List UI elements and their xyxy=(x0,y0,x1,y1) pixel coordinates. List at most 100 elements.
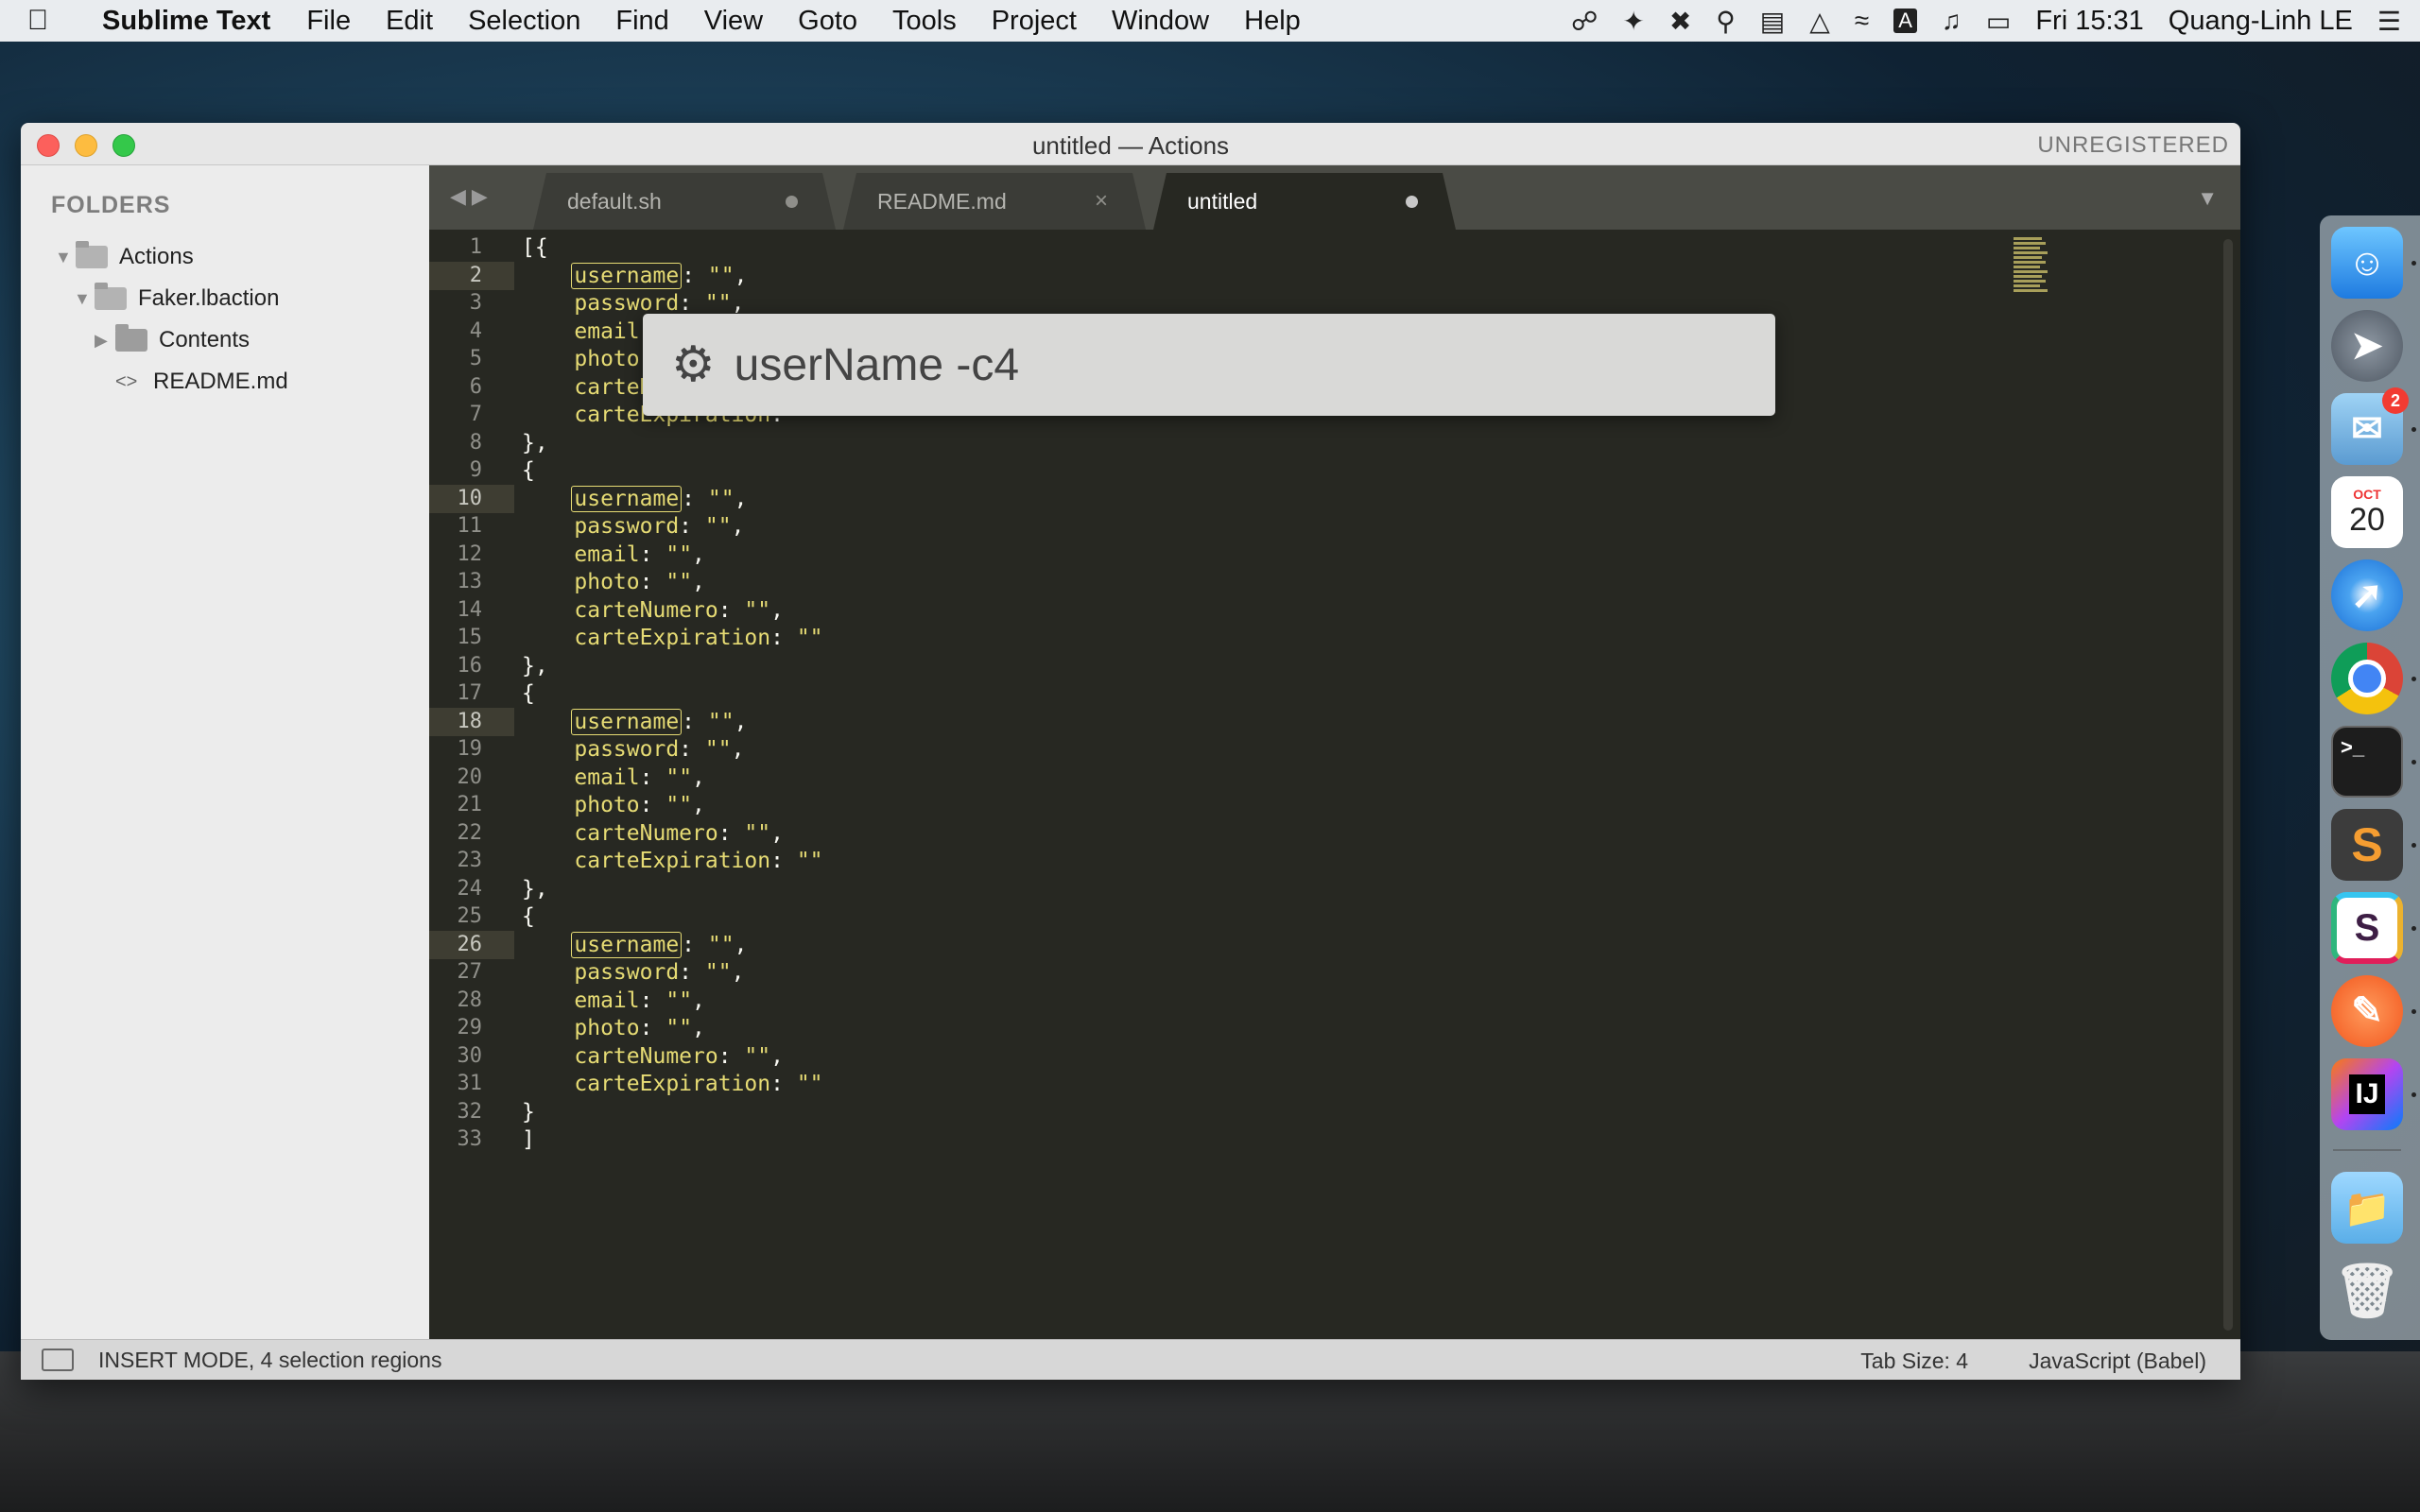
code-line[interactable]: carteNumero: "", xyxy=(522,1042,784,1071)
modified-dot-icon[interactable] xyxy=(1406,196,1418,208)
chrome-icon[interactable] xyxy=(2331,643,2403,714)
safari-icon[interactable]: ➚ xyxy=(2331,559,2403,631)
code-line[interactable]: carteNumero: "", xyxy=(522,819,784,848)
launchpad-icon[interactable]: ➤ xyxy=(2331,310,2403,382)
code-key: password xyxy=(574,737,680,762)
menu-app-name[interactable]: Sublime Text xyxy=(102,6,270,37)
downloads-folder-icon[interactable]: 📁 xyxy=(2331,1172,2403,1244)
tab-nav-arrows-icon[interactable]: ◀▶ xyxy=(450,184,493,209)
terminal-icon[interactable]: >_ xyxy=(2331,726,2403,798)
menu-tools[interactable]: Tools xyxy=(892,6,957,37)
creative-cloud-icon[interactable]: ☍ xyxy=(1571,6,1598,37)
feedly-icon[interactable]: ✦ xyxy=(1622,6,1644,37)
line-number: 10 xyxy=(429,484,514,513)
code-line[interactable]: password: "", xyxy=(522,512,744,541)
sublime-text-icon[interactable]: S xyxy=(2331,809,2403,881)
code-line[interactable]: username: "", xyxy=(522,931,747,959)
tree-item-faker-lbaction[interactable]: ▼ Faker.lbaction xyxy=(74,283,279,315)
code-line[interactable]: [{ xyxy=(522,233,548,262)
search-icon[interactable]: ⚲ xyxy=(1716,6,1736,37)
input-source-icon[interactable]: A xyxy=(1893,9,1917,33)
menu-view[interactable]: View xyxy=(704,6,763,37)
unregistered-label: UNREGISTERED xyxy=(2037,132,2229,158)
finder-icon[interactable]: ☺ xyxy=(2331,227,2403,299)
code-line[interactable]: carteExpiration: "" xyxy=(522,624,822,652)
minimap[interactable] xyxy=(2014,235,2051,358)
code-line[interactable]: { xyxy=(522,679,535,708)
battery-icon[interactable]: ▭ xyxy=(1986,6,2011,37)
code-line[interactable]: }, xyxy=(522,875,548,903)
code-line[interactable]: { xyxy=(522,902,535,931)
syntax-indicator[interactable]: JavaScript (Babel) xyxy=(2029,1349,2206,1374)
code-line[interactable]: carteExpiration: "" xyxy=(522,1070,822,1098)
tab-list-dropdown-icon[interactable]: ▼ xyxy=(2197,186,2218,211)
line-number: 4 xyxy=(469,318,482,343)
command-popup[interactable]: ⚙ userName -c4 xyxy=(643,314,1775,416)
airplay-icon[interactable]: △ xyxy=(1809,6,1830,37)
line-number: 12 xyxy=(457,541,483,566)
code-line[interactable]: photo: "", xyxy=(522,1014,705,1042)
close-tab-icon[interactable]: × xyxy=(1095,188,1108,215)
code-line[interactable]: password: "", xyxy=(522,735,744,764)
folder-open-icon xyxy=(76,241,108,268)
selection-region: username xyxy=(571,708,683,735)
tree-item-actions[interactable]: ▼ Actions xyxy=(55,241,194,273)
tab-default-sh[interactable]: default.sh xyxy=(533,173,836,230)
code-line[interactable]: photo: "", xyxy=(522,568,705,596)
menu-selection[interactable]: Selection xyxy=(468,6,580,37)
menu-find[interactable]: Find xyxy=(615,6,668,37)
modified-dot-icon[interactable] xyxy=(786,196,798,208)
tree-item-contents[interactable]: ▶ Contents xyxy=(95,324,250,356)
menu-project[interactable]: Project xyxy=(992,6,1077,37)
disclosure-open-icon[interactable]: ▼ xyxy=(55,248,76,267)
code-line[interactable]: } xyxy=(522,1098,535,1126)
disclosure-closed-icon[interactable]: ▶ xyxy=(95,331,115,351)
menu-goto[interactable]: Goto xyxy=(798,6,857,37)
vertical-scrollbar[interactable] xyxy=(2223,239,2233,1331)
code-line[interactable]: username: "", xyxy=(522,485,747,513)
x-app-icon[interactable]: ✖ xyxy=(1669,6,1691,37)
notification-center-icon[interactable]: ☰ xyxy=(2377,6,2401,37)
window-title: untitled — Actions xyxy=(1031,131,1230,160)
wifi-icon[interactable]: ≈ xyxy=(1855,6,1869,36)
tree-item-readme[interactable]: <> README.md xyxy=(115,366,288,398)
trash-icon[interactable]: 🗑 xyxy=(2331,1255,2403,1327)
code-key: email xyxy=(574,765,640,790)
menu-window[interactable]: Window xyxy=(1112,6,1209,37)
intellij-icon[interactable]: IJ xyxy=(2331,1058,2403,1130)
line-number: 7 xyxy=(469,403,482,426)
tree-item-label: Actions xyxy=(119,244,194,269)
mail-icon[interactable]: ✉ 2 xyxy=(2331,387,2409,465)
menu-clock[interactable]: Fri 15:31 xyxy=(2035,6,2143,37)
postman-icon[interactable]: ✎ xyxy=(2331,975,2403,1047)
tab-readme-md[interactable]: README.md × xyxy=(843,173,1146,230)
tab-untitled[interactable]: untitled xyxy=(1153,173,1456,230)
tab-size-indicator[interactable]: Tab Size: 4 xyxy=(1860,1349,1968,1374)
menu-file[interactable]: File xyxy=(306,6,351,37)
code-line[interactable]: }, xyxy=(522,429,548,457)
code-line[interactable]: email: "", xyxy=(522,764,705,792)
code-line[interactable]: photo: "", xyxy=(522,791,705,819)
code-line[interactable]: username: "", xyxy=(522,262,747,290)
volume-icon[interactable]: ♫ xyxy=(1942,6,1962,36)
code-line[interactable]: { xyxy=(522,456,535,485)
panel-toggle-icon[interactable] xyxy=(42,1349,74,1371)
memory-icon[interactable]: ▤ xyxy=(1760,6,1785,37)
folders-heading: FOLDERS xyxy=(51,192,171,218)
code-line[interactable]: carteNumero: "", xyxy=(522,596,784,625)
code-line[interactable]: ] xyxy=(522,1125,535,1154)
code-line[interactable]: email: "", xyxy=(522,541,705,569)
code-line[interactable]: carteExpiration: "" xyxy=(522,847,822,875)
menu-edit[interactable]: Edit xyxy=(386,6,433,37)
slack-icon[interactable]: S xyxy=(2331,892,2403,964)
apple-icon[interactable]:  xyxy=(11,5,64,37)
code-line[interactable]: email: "", xyxy=(522,987,705,1015)
disclosure-open-icon[interactable]: ▼ xyxy=(74,289,95,309)
code-line[interactable]: password: "", xyxy=(522,958,744,987)
code-line[interactable]: username: "", xyxy=(522,708,747,736)
menu-help[interactable]: Help xyxy=(1244,6,1301,37)
calendar-icon[interactable]: OCT 20 xyxy=(2331,476,2403,548)
menu-user[interactable]: Quang-Linh LE xyxy=(2169,6,2353,37)
line-number: 20 xyxy=(457,765,483,789)
code-line[interactable]: }, xyxy=(522,652,548,680)
